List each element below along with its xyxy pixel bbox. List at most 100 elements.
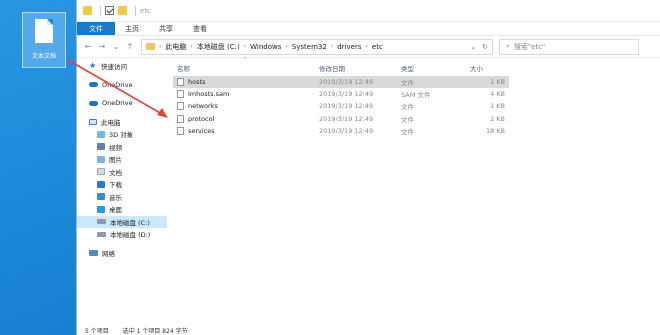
file-size: 1 KB: [490, 78, 505, 87]
file-size: 18 KB: [485, 126, 505, 135]
sidebar-item-label: 下载: [109, 181, 122, 190]
chevron-right-icon: ›: [285, 43, 288, 50]
column-header-size[interactable]: 大小: [451, 63, 509, 73]
chevron-down-icon[interactable]: ⌄: [470, 43, 476, 51]
new-folder-icon[interactable]: [118, 6, 127, 15]
pc-icon: [89, 118, 97, 125]
file-page-icon: [35, 19, 53, 43]
file-size: 1 KB: [490, 102, 505, 111]
sort-caret-icon: ^: [243, 57, 248, 63]
file-name: lmhosts.sam: [188, 90, 230, 99]
back-arrow-icon[interactable]: ←: [81, 42, 95, 51]
breadcrumb-etc[interactable]: etc: [372, 43, 383, 51]
table-row[interactable]: hosts 2019/3/19 12:49 文件 1 KB: [173, 76, 509, 89]
download-icon: [97, 180, 105, 188]
window-title: etc: [140, 6, 151, 15]
drive-icon: [97, 219, 106, 225]
breadcrumb-this-pc[interactable]: 此电脑: [165, 42, 186, 52]
sidebar-item-pictures[interactable]: 图片: [77, 153, 167, 166]
sidebar-item-label: 快速访问: [101, 63, 127, 72]
sidebar-item-videos[interactable]: 视频: [77, 141, 167, 154]
sidebar-item-network[interactable]: 网络: [77, 247, 167, 260]
chevron-right-icon: ›: [365, 43, 368, 50]
file-name: networks: [188, 102, 218, 111]
file-icon: [177, 126, 184, 135]
status-item-count: 5 个项目: [85, 327, 109, 335]
file-name: services: [188, 126, 215, 135]
table-row[interactable]: services 2019/3/19 12:49 文件 18 KB: [173, 125, 660, 137]
properties-icon[interactable]: [105, 6, 114, 15]
search-input[interactable]: ⌕ 搜索"etc": [499, 38, 639, 55]
file-size: 2 KB: [490, 114, 505, 123]
sidebar-item-local-disk-c[interactable]: 本地磁盘 (C:): [77, 215, 167, 228]
column-header-type[interactable]: 类型: [401, 63, 451, 73]
column-header-date[interactable]: 修改日期: [319, 63, 401, 73]
breadcrumb-local-disk-c[interactable]: 本地磁盘 (C:): [197, 42, 240, 52]
sidebar-item-quick-access[interactable]: ★ 快速访问: [77, 60, 167, 73]
separator: [100, 5, 101, 16]
separator: [135, 5, 136, 16]
file-name: hosts: [188, 78, 206, 87]
sidebar-item-label: OneDrive: [102, 99, 133, 108]
chevron-right-icon: ›: [243, 43, 247, 50]
network-icon: [89, 249, 98, 256]
sidebar-item-label: 视频: [109, 143, 122, 152]
tab-share[interactable]: 共享: [149, 22, 183, 35]
file-type: 文件: [401, 127, 414, 136]
pictures-icon: [97, 155, 105, 163]
sidebar-item-desktop[interactable]: 桌面: [77, 203, 167, 216]
breadcrumb-windows[interactable]: Windows: [250, 43, 281, 51]
forward-arrow-icon[interactable]: →: [95, 42, 109, 51]
column-header-name[interactable]: ^ 名称: [173, 57, 319, 73]
sidebar-item-label: 本地磁盘 (D:): [110, 231, 151, 240]
video-icon: [97, 143, 105, 151]
tab-file[interactable]: 文件: [77, 22, 115, 35]
file-icon: [177, 114, 184, 123]
sidebar-item-documents[interactable]: 文档: [77, 166, 167, 179]
breadcrumb-system32[interactable]: System32: [292, 43, 327, 51]
table-row[interactable]: protocol 2019/3/19 12:49 文件 2 KB: [173, 113, 660, 125]
file-size: 4 KB: [490, 90, 505, 99]
file-icon: [177, 102, 184, 111]
sidebar-item-onedrive[interactable]: OneDrive: [77, 79, 167, 92]
tab-view[interactable]: 查看: [183, 22, 217, 35]
recent-chevron-icon[interactable]: ⌄: [109, 42, 123, 51]
table-row[interactable]: networks 2019/3/19 12:49 文件 1 KB: [173, 100, 660, 112]
chevron-right-icon: ›: [330, 43, 334, 50]
address-bar[interactable]: › 此电脑 › 本地磁盘 (C:) › Windows › System32 ›…: [141, 38, 493, 55]
desktop-icon: [97, 205, 105, 213]
file-date: 2019/3/19 12:49: [319, 114, 374, 123]
sidebar-item-label: 网络: [102, 249, 115, 258]
tab-home[interactable]: 主页: [115, 22, 149, 35]
file-date: 2019/3/19 12:49: [319, 102, 374, 111]
table-row[interactable]: lmhosts.sam 2019/3/19 12:49 SAM 文件 4 KB: [173, 88, 660, 100]
sidebar-item-downloads[interactable]: 下载: [77, 178, 167, 191]
folder-icon: [146, 43, 155, 50]
search-icon: ⌕: [506, 42, 510, 50]
desktop-file-icon[interactable]: 文本文档: [22, 12, 66, 68]
refresh-icon[interactable]: ↻: [482, 43, 488, 51]
sidebar-item-this-pc[interactable]: 此电脑: [77, 116, 167, 129]
breadcrumb-drivers[interactable]: drivers: [337, 43, 361, 51]
chevron-right-icon: ›: [159, 43, 162, 50]
sidebar-item-music[interactable]: 音乐: [77, 191, 167, 204]
explorer-window: etc 文件 主页 共享 查看 ← → ⌄ ↑ › 此电脑 › 本地磁盘 (C:…: [76, 0, 660, 335]
file-name: protocol: [188, 114, 215, 123]
address-bar-controls: ⌄ ↻: [470, 43, 488, 51]
status-bar: 5 个项目 选中 1 个项目 824 字节: [77, 325, 660, 335]
file-type: 文件: [401, 103, 414, 112]
sidebar-item-local-disk-d[interactable]: 本地磁盘 (D:): [77, 228, 167, 241]
file-icon: [177, 90, 184, 99]
sidebar-item-label: 桌面: [109, 206, 122, 215]
folder-icon: [83, 6, 92, 15]
cloud-icon: [89, 100, 98, 106]
up-arrow-icon[interactable]: ↑: [123, 42, 137, 51]
navigation-pane: ★ 快速访问 OneDrive OneDrive 此电脑 3D 对象 视频 图片: [77, 60, 167, 325]
search-placeholder: 搜索"etc": [513, 42, 546, 51]
sidebar-item-onedrive-2[interactable]: OneDrive: [77, 97, 167, 110]
sidebar-item-3d-objects[interactable]: 3D 对象: [77, 128, 167, 141]
music-icon: [97, 193, 105, 201]
documents-icon: [97, 168, 105, 176]
column-headers: ^ 名称 修改日期 类型 大小: [173, 57, 660, 76]
file-date: 2019/3/19 12:49: [319, 78, 374, 87]
